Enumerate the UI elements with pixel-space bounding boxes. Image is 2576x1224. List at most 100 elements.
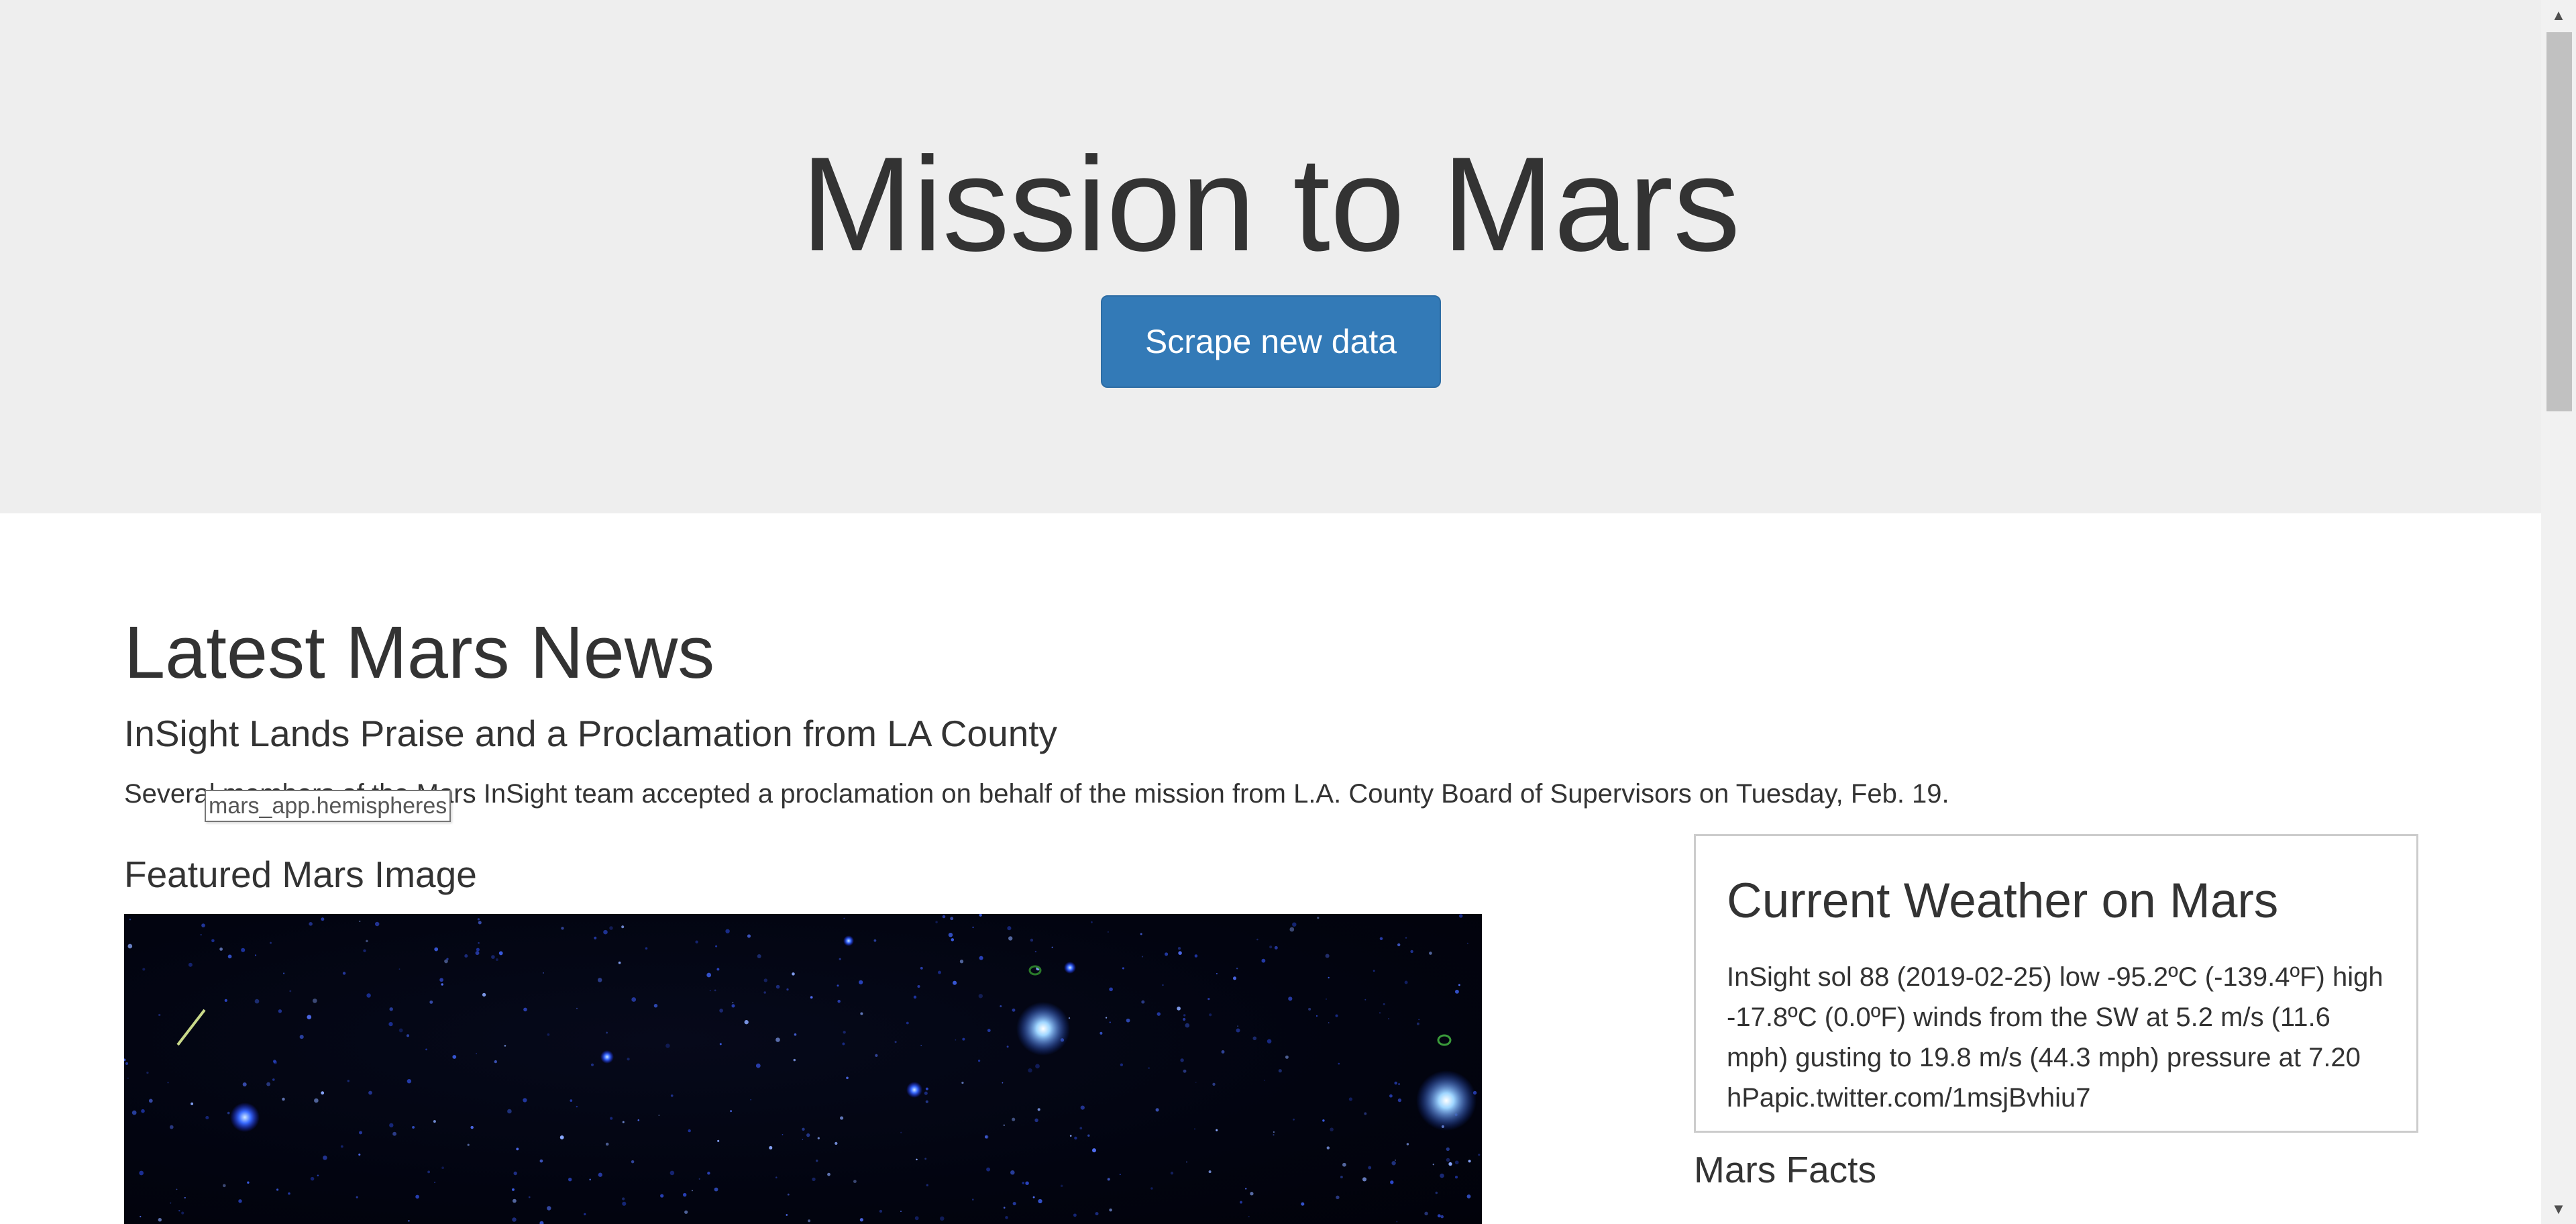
scroll-up-arrow-icon[interactable]: ▲ (2541, 0, 2576, 30)
star-dot (288, 1192, 290, 1195)
star-dot (665, 1043, 670, 1048)
star-dot (129, 918, 131, 921)
scrape-new-data-button[interactable]: Scrape new data (1101, 295, 1441, 388)
latest-news-heading: Latest Mars News (124, 611, 715, 694)
star-dot (1185, 1023, 1190, 1028)
star-dot (512, 1188, 515, 1191)
star-dot (605, 1142, 609, 1146)
star-dot (709, 990, 711, 992)
scrollbar-thumb[interactable] (2546, 32, 2572, 411)
star-dot (547, 1206, 551, 1211)
star-dot (238, 1199, 242, 1203)
mars-facts-heading: Mars Facts (1694, 1149, 1876, 1190)
star-dot (860, 1012, 863, 1015)
star-dot (1236, 967, 1238, 970)
star-dot (810, 996, 813, 999)
star-dot (763, 978, 767, 982)
star-dot (1458, 984, 1460, 986)
star-dot (763, 991, 766, 994)
star-dot (1028, 1068, 1032, 1073)
star-dot (950, 917, 954, 921)
star-dot (464, 954, 468, 958)
star-dot (589, 1178, 591, 1181)
star-dot (691, 1190, 693, 1192)
star-dot (1338, 1062, 1340, 1065)
star-dot (609, 926, 613, 930)
star-dot (1468, 1160, 1471, 1163)
star-dot (1177, 947, 1181, 950)
star-dot (1458, 914, 1463, 918)
star-dot (815, 1159, 818, 1162)
weather-panel: Current Weather on Mars InSight sol 88 (… (1694, 834, 2418, 1133)
star-dot (1256, 938, 1258, 941)
star-dot (539, 1159, 543, 1163)
star-dot (1060, 1184, 1063, 1188)
star-dot (321, 917, 325, 921)
star-dot (1148, 1067, 1150, 1069)
star-dot (1328, 976, 1330, 979)
star-field-graphic (124, 914, 1481, 1224)
star-dot (698, 1178, 700, 1180)
star-dot (1397, 943, 1401, 947)
star-dot (707, 1172, 710, 1175)
star-dot (347, 1080, 350, 1082)
star-dot (917, 984, 920, 988)
star-dot (439, 978, 443, 982)
star-dot (476, 1053, 477, 1055)
star-dot (124, 1058, 126, 1062)
star-dot (1379, 1012, 1381, 1014)
star-dot (775, 1176, 777, 1178)
star-dot (1317, 917, 1320, 919)
star-dot (1364, 999, 1366, 1001)
star-dot (653, 1003, 658, 1008)
star-dot (859, 980, 863, 984)
star-dot (167, 1082, 169, 1084)
star-dot (398, 1028, 403, 1033)
star-dot (356, 1196, 358, 1198)
star-dot (200, 933, 202, 936)
featured-image-heading: Featured Mars Image (124, 854, 477, 895)
star-dot (924, 1091, 928, 1095)
star-dot (621, 925, 625, 929)
star-dot (1348, 1097, 1353, 1101)
star-dot (1122, 967, 1124, 970)
star-dot (1216, 1129, 1218, 1131)
scroll-down-arrow-icon[interactable]: ▼ (2541, 1194, 2576, 1224)
star-dot (1180, 1058, 1184, 1062)
star-dot (920, 1045, 922, 1046)
star-dot (1109, 987, 1113, 992)
star-dot (559, 1135, 564, 1139)
star-dot (1109, 1021, 1111, 1023)
star-dot (719, 1009, 723, 1013)
star-dot (984, 1135, 987, 1139)
star-dot (684, 1210, 688, 1214)
star-dot (1177, 1007, 1181, 1011)
star-dot (1267, 1039, 1272, 1043)
star-dot (389, 1123, 394, 1128)
star-dot (631, 1160, 635, 1164)
star-dot (920, 966, 923, 970)
star-dot (978, 994, 983, 999)
star-dot (363, 949, 366, 952)
star-dot (309, 922, 313, 926)
star-dot (1150, 1187, 1153, 1190)
star-dot (494, 1060, 497, 1064)
star-dot (1038, 1198, 1042, 1204)
star-dot (1080, 1105, 1085, 1110)
star-dot (478, 921, 482, 925)
star-dot (610, 1117, 613, 1120)
star-dot (837, 999, 841, 1003)
star-dot (148, 1099, 153, 1103)
star-dot (669, 1170, 675, 1176)
star-dot (1328, 1022, 1330, 1023)
star-dot (598, 1172, 602, 1177)
star-dot (158, 1013, 161, 1017)
star-dot (498, 951, 503, 956)
star-dot (1466, 1194, 1471, 1198)
star-dot (181, 1211, 184, 1215)
star-dot (1183, 1069, 1187, 1073)
vertical-scrollbar[interactable]: ▲ ▼ (2541, 0, 2576, 1224)
star-dot (358, 1154, 361, 1156)
star-dot (321, 1091, 325, 1095)
star-dot (787, 1193, 790, 1196)
